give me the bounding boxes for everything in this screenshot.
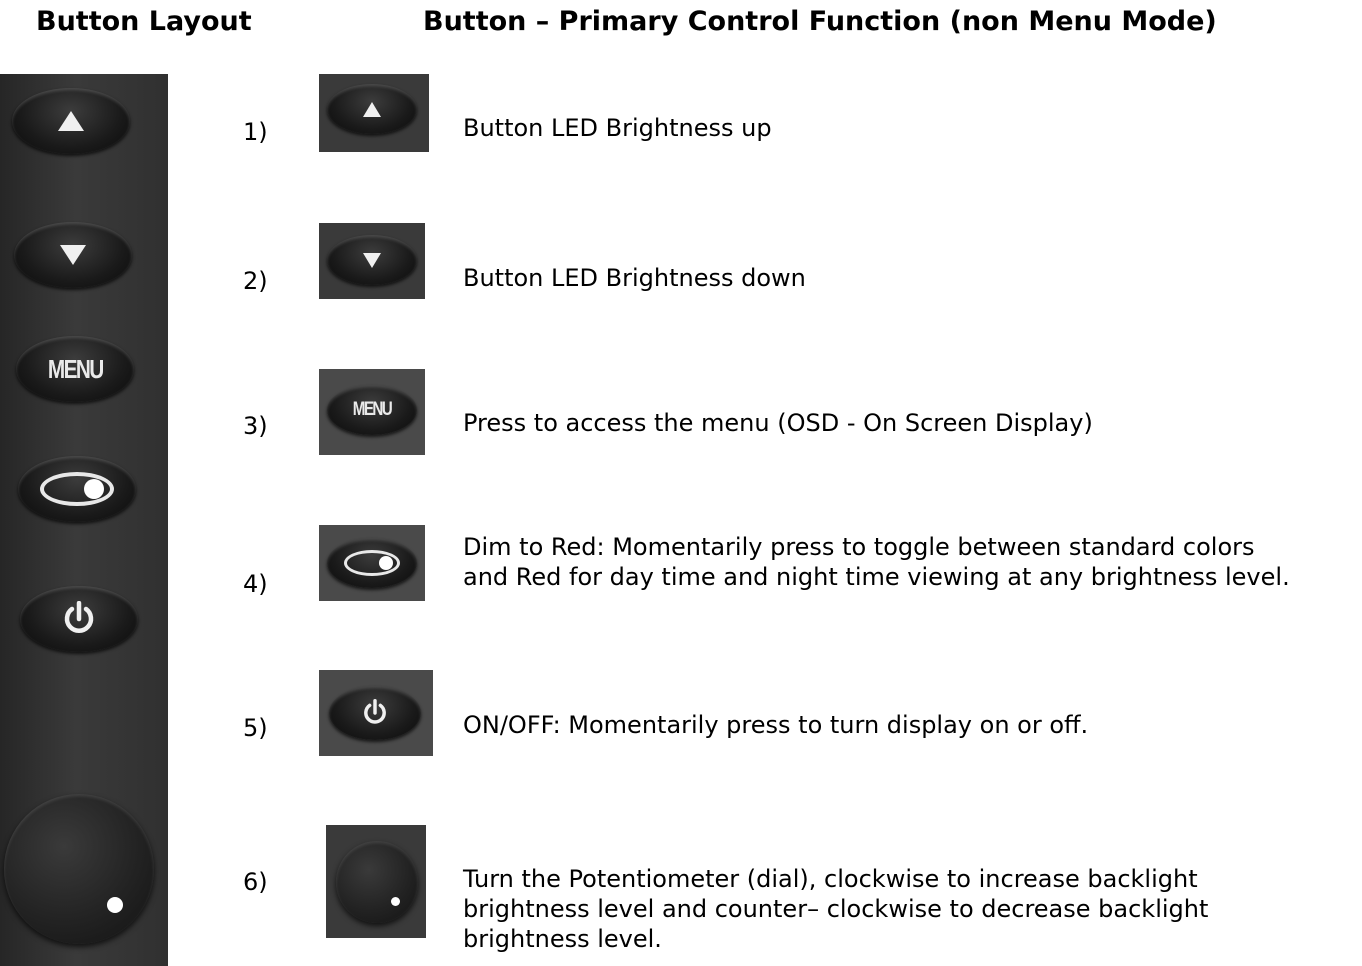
item-description: Press to access the menu (OSD - On Scree… [463,409,1093,437]
dial-indicator-dot [107,897,123,913]
button-layout-heading: Button Layout [36,6,252,37]
up-button-thumbnail [319,74,429,152]
potentiometer-dial-thumbnail [326,825,426,938]
down-arrow-icon [60,245,86,265]
primary-control-function-heading: Button – Primary Control Function (non M… [423,6,1217,37]
item-description: ON/OFF: Momentarily press to turn displa… [463,711,1089,739]
item-number: 1) [243,118,268,146]
dim-to-red-icon [40,472,114,506]
menu-label: MENU [47,353,104,384]
item-number: 4) [243,570,268,598]
power-icon [364,699,386,724]
down-arrow-icon [363,252,381,268]
down-button-thumbnail [319,223,425,299]
panel-up-button [12,88,130,154]
item-description: Button LED Brightness up [463,114,772,142]
up-arrow-icon [363,101,381,117]
menu-label: MENU [352,399,393,420]
menu-button-thumbnail: MENU [319,369,425,455]
item-description: Dim to Red: Momentarily press to toggle … [463,533,1290,591]
item-description: Turn the Potentiometer (dial), clockwise… [463,865,1209,953]
panel-potentiometer-dial [4,794,154,944]
item-number: 5) [243,714,268,742]
panel-dim-to-red-button [18,456,136,522]
panel-power-button [20,586,138,652]
up-arrow-icon [58,111,84,131]
button-panel-photo: MENU [0,74,168,966]
item-number: 2) [243,267,268,295]
dim-to-red-icon [344,550,400,576]
dial-indicator-dot [391,897,400,906]
panel-menu-button: MENU [16,336,134,402]
power-button-thumbnail [319,670,433,756]
panel-down-button [14,222,132,288]
dim-to-red-button-thumbnail [319,525,425,601]
item-number: 3) [243,412,268,440]
power-icon [64,601,94,633]
item-number: 6) [243,868,268,896]
item-description: Button LED Brightness down [463,264,806,292]
